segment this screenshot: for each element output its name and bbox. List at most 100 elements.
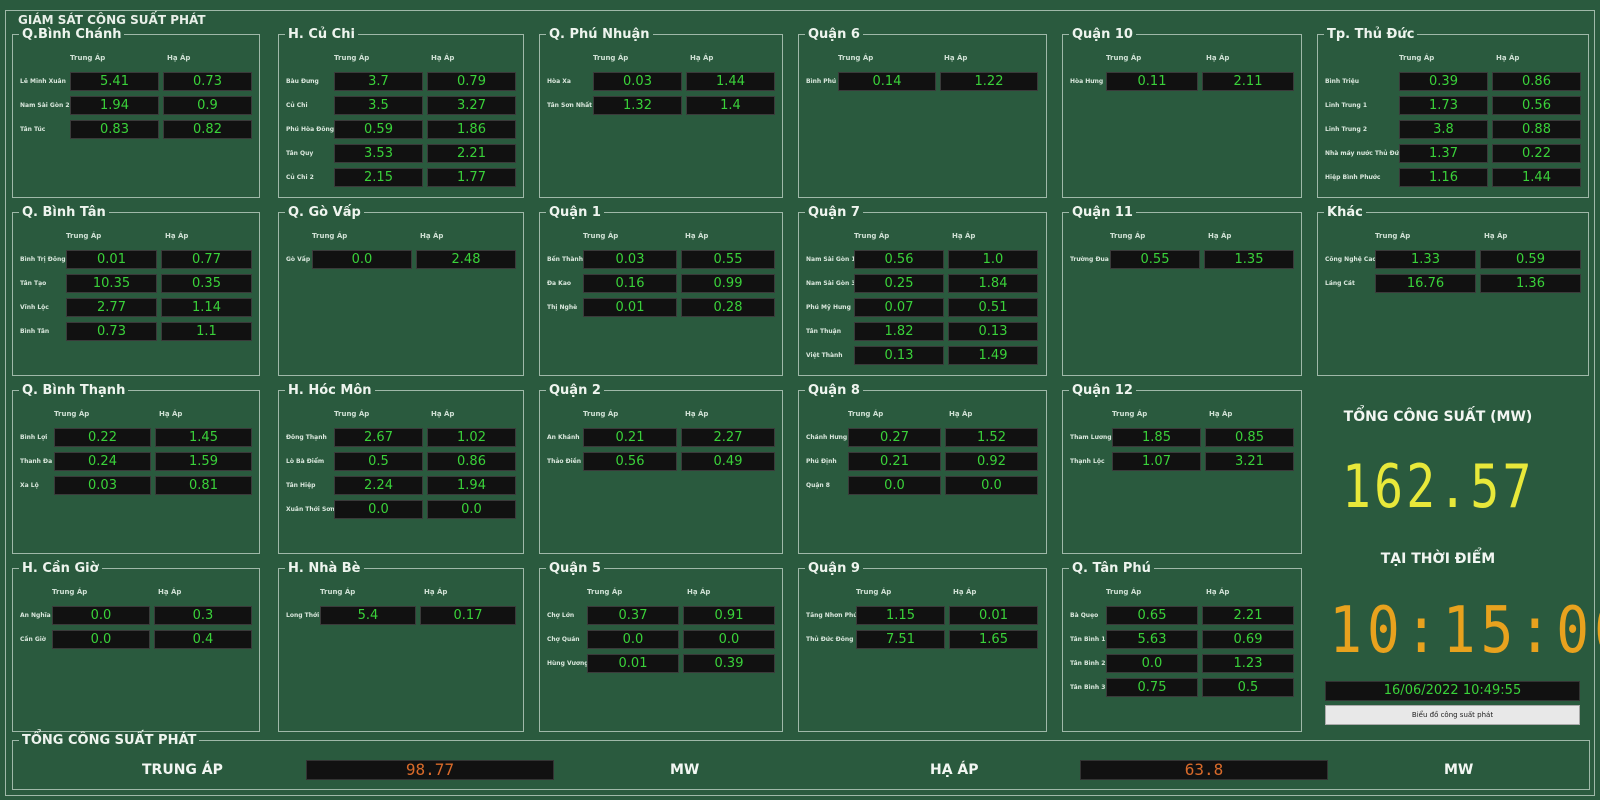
- column-header-ha-ap: Hạ Áp: [420, 232, 444, 240]
- column-header-trung-ap: Trung Áp: [54, 410, 90, 418]
- column-header-trung-ap: Trung Áp: [838, 54, 874, 62]
- station-label: Bình Tân: [20, 328, 50, 335]
- ha-ap-value: 0.77: [161, 250, 252, 269]
- station-label: Tân Tạo: [20, 280, 47, 287]
- ha-ap-value: 0.82: [163, 120, 252, 139]
- trung-ap-value: 0.13: [854, 346, 944, 365]
- trung-ap-value: 1.15: [856, 606, 945, 625]
- column-header-ha-ap: Hạ Áp: [1484, 232, 1508, 240]
- trung-ap-value: 1.07: [1112, 452, 1201, 471]
- column-header-ha-ap: Hạ Áp: [165, 232, 189, 240]
- ha-ap-value: 1.59: [155, 452, 252, 471]
- trung-ap-value: 3.53: [334, 144, 423, 163]
- district-group-tan_phu: Q. Tân Phú: [1062, 561, 1302, 732]
- ha-ap-value: 3.27: [427, 96, 516, 115]
- trung-ap-value: 0.37: [587, 606, 679, 625]
- ha-ap-value: 2.21: [427, 144, 516, 163]
- column-header-trung-ap: Trung Áp: [320, 588, 356, 596]
- ha-ap-value: 1.65: [949, 630, 1038, 649]
- ha-ap-value: 0.9: [163, 96, 252, 115]
- station-label: Tân Quy: [286, 150, 314, 157]
- station-label: Phú Mỹ Hưng: [806, 304, 851, 311]
- trung-ap-value: 1.73: [1399, 96, 1488, 115]
- ha-ap-value: 2.11: [1202, 72, 1294, 91]
- station-label: An Khánh: [547, 434, 580, 441]
- district-group-phu_nhuan: Q. Phú Nhuận: [539, 27, 783, 198]
- district-title: Quận 10: [1069, 27, 1136, 42]
- district-group-binh_chanh: Q.Bình Chánh: [12, 27, 260, 198]
- station-label: Tân Thuận: [806, 328, 841, 335]
- column-header-trung-ap: Trung Áp: [52, 588, 88, 596]
- station-label: Nam Sài Gòn 3: [806, 280, 856, 287]
- trung-ap-value: 0.65: [1106, 606, 1198, 625]
- ha-ap-value: 1.77: [427, 168, 516, 187]
- column-header-ha-ap: Hạ Áp: [944, 54, 968, 62]
- district-group-quan10: Quận 10: [1062, 27, 1302, 198]
- trung-ap-value: 3.7: [334, 72, 423, 91]
- ha-ap-value: 0.17: [420, 606, 516, 625]
- district-group-quan9: Quận 9: [798, 561, 1047, 732]
- power-chart-button[interactable]: Biểu đồ công suất phát: [1325, 705, 1580, 725]
- ha-ap-value: 2.27: [681, 428, 775, 447]
- station-label: Thảo Điền: [547, 458, 582, 465]
- district-group-quan1: Quận 1: [539, 205, 783, 376]
- district-title: Quận 11: [1069, 205, 1136, 220]
- trung-ap-value: 1.82: [854, 322, 944, 341]
- trung-ap-value: 2.24: [334, 476, 423, 495]
- station-label: Việt Thành: [806, 352, 843, 359]
- station-label: Nam Sài Gòn 1: [806, 256, 856, 263]
- summary-title: TỔNG CÔNG SUẤT PHÁT: [19, 733, 200, 748]
- station-label: Bình Trị Đông: [20, 256, 66, 263]
- column-header-trung-ap: Trung Áp: [848, 410, 884, 418]
- trung-ap-value: 0.5: [334, 452, 423, 471]
- trung-ap-value: 0.0: [334, 500, 423, 519]
- ha-ap-value: 1.36: [1480, 274, 1581, 293]
- ha-ap-value: 0.86: [427, 452, 516, 471]
- trung-ap-value: 0.56: [583, 452, 677, 471]
- station-label: Bình Lợi: [20, 434, 48, 441]
- district-title: Khác: [1324, 205, 1366, 220]
- ha-ap-value: 1.14: [161, 298, 252, 317]
- trung-ap-value: 0.0: [1106, 654, 1198, 673]
- time-value: 10:15:00: [1329, 594, 1600, 668]
- ha-ap-value: 1.0: [948, 250, 1038, 269]
- district-group-quan8: Quận 8: [798, 383, 1047, 554]
- station-label: Xuân Thới Sơn: [286, 506, 335, 513]
- column-header-trung-ap: Trung Áp: [593, 54, 629, 62]
- ha-ap-value: 0.49: [681, 452, 775, 471]
- ha-ap-value: 0.0: [683, 630, 775, 649]
- ha-ap-value: 0.56: [1492, 96, 1581, 115]
- total-power-value: 162.57: [1342, 452, 1535, 522]
- trung-ap-value: 1.94: [70, 96, 159, 115]
- ha-ap-value: 0.28: [681, 298, 775, 317]
- column-header-ha-ap: Hạ Áp: [687, 588, 711, 596]
- column-header-trung-ap: Trung Áp: [583, 232, 619, 240]
- ha-ap-value: 2.21: [1202, 606, 1294, 625]
- column-header-trung-ap: Trung Áp: [312, 232, 348, 240]
- station-label: Phú Định: [806, 458, 837, 465]
- ha-ap-value: 1.94: [427, 476, 516, 495]
- station-label: Tăng Nhơn Phú: [806, 612, 858, 619]
- ha-ap-value: 0.69: [1202, 630, 1294, 649]
- ha-ap-value: 0.22: [1492, 144, 1581, 163]
- station-label: Củ Chi 2: [286, 174, 314, 181]
- column-header-ha-ap: Hạ Áp: [1496, 54, 1520, 62]
- district-title: Tp. Thủ Đức: [1324, 27, 1418, 42]
- column-header-ha-ap: Hạ Áp: [1206, 54, 1230, 62]
- trung-ap-value: 1.32: [593, 96, 682, 115]
- column-header-ha-ap: Hạ Áp: [431, 54, 455, 62]
- district-group-quan11: Quận 11: [1062, 205, 1302, 376]
- district-group-quan6: Quận 6: [798, 27, 1047, 198]
- column-header-trung-ap: Trung Áp: [1106, 588, 1142, 596]
- column-header-ha-ap: Hạ Áp: [690, 54, 714, 62]
- trung-ap-value: 0.24: [54, 452, 151, 471]
- district-title: Q. Bình Thạnh: [19, 383, 129, 398]
- trung-ap-value: 0.27: [848, 428, 941, 447]
- ha-ap-value: 1.84: [948, 274, 1038, 293]
- district-group-binh_tan: Q. Bình Tân: [12, 205, 260, 376]
- total-power-title: TỔNG CÔNG SUẤT (MW): [1343, 409, 1533, 425]
- column-header-trung-ap: Trung Áp: [334, 410, 370, 418]
- station-label: Nhà máy nước Thủ Đức: [1325, 150, 1403, 157]
- column-header-trung-ap: Trung Áp: [1399, 54, 1435, 62]
- trung-ap-value: 7.51: [856, 630, 945, 649]
